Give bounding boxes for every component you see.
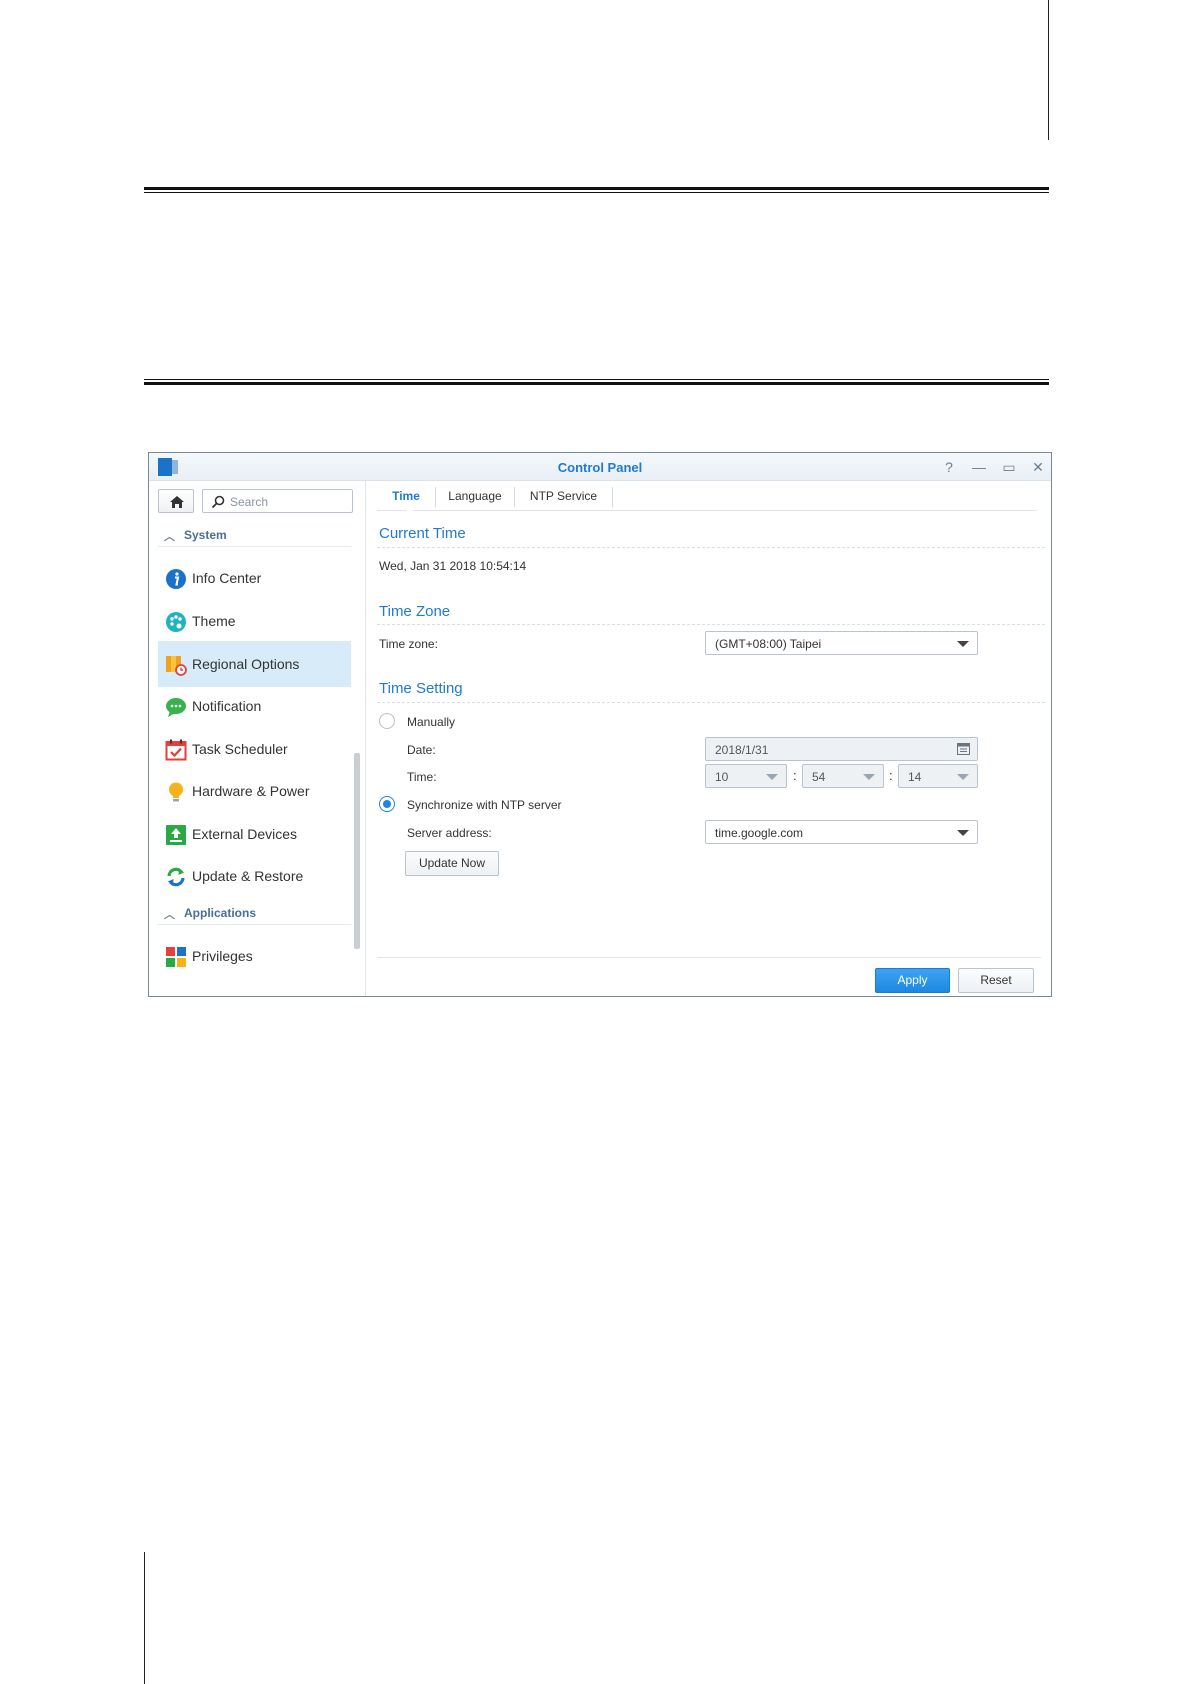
regional-icon bbox=[166, 656, 187, 676]
time-label: Time: bbox=[407, 770, 437, 784]
tab-language[interactable]: Language bbox=[436, 481, 514, 511]
section-header-system[interactable]: ︿ System bbox=[158, 525, 351, 547]
header-rule-thin-bottom bbox=[144, 379, 1049, 380]
sidebar-item-update-restore[interactable]: Update & Restore bbox=[158, 853, 351, 899]
sidebar-item-label: Info Center bbox=[192, 570, 262, 586]
date-label: Date: bbox=[407, 743, 436, 757]
sidebar-item-privileges[interactable]: Privileges bbox=[158, 933, 351, 979]
chevron-up-icon: ︿ bbox=[164, 909, 175, 921]
palette-icon bbox=[166, 612, 186, 632]
time-zone-label: Time zone: bbox=[379, 637, 438, 651]
sidebar-item-label: Update & Restore bbox=[192, 868, 304, 884]
active-tab-pointer bbox=[405, 507, 415, 512]
second-select[interactable]: 14 bbox=[898, 764, 978, 788]
sidebar-item-label: Regional Options bbox=[192, 656, 300, 672]
hour-select[interactable]: 10 bbox=[705, 764, 787, 788]
info-icon bbox=[166, 569, 186, 589]
section-label: Applications bbox=[184, 906, 257, 920]
control-panel-window: Control Panel ? — ▭ ✕ ︿ System bbox=[148, 452, 1052, 997]
sidebar-item-info-center[interactable]: Info Center bbox=[158, 555, 351, 601]
section-title-time-setting: Time Setting bbox=[379, 680, 463, 697]
calendar-icon bbox=[957, 743, 970, 755]
section-divider bbox=[377, 702, 1045, 703]
main-panel: Time Language NTP Service Current Time W… bbox=[367, 481, 1051, 996]
home-icon bbox=[170, 496, 184, 508]
refresh-icon bbox=[167, 867, 185, 887]
sidebar-item-theme[interactable]: Theme bbox=[158, 598, 351, 644]
title-bar[interactable]: Control Panel ? — ▭ ✕ bbox=[149, 453, 1051, 481]
time-zone-select[interactable]: (GMT+08:00) Taipei bbox=[705, 631, 978, 655]
search-input[interactable] bbox=[230, 493, 348, 510]
manually-label: Manually bbox=[407, 715, 456, 729]
section-title-current-time: Current Time bbox=[379, 525, 466, 542]
section-title-time-zone: Time Zone bbox=[379, 603, 451, 620]
dropdown-arrow-icon bbox=[957, 641, 969, 647]
upload-icon bbox=[166, 825, 186, 845]
dropdown-arrow-icon bbox=[863, 774, 875, 780]
page-margin-line-bottom bbox=[144, 1552, 145, 1684]
page-margin-line-top bbox=[1048, 0, 1049, 140]
close-icon[interactable]: ✕ bbox=[1027, 457, 1049, 477]
search-field[interactable] bbox=[202, 489, 353, 513]
privileges-icon bbox=[166, 947, 186, 967]
sidebar-item-task-scheduler[interactable]: Task Scheduler bbox=[158, 726, 351, 772]
header-rule-thick-top bbox=[144, 187, 1049, 190]
sidebar-item-label: Task Scheduler bbox=[192, 741, 288, 757]
section-divider bbox=[377, 624, 1045, 625]
sync-ntp-radio[interactable] bbox=[379, 796, 395, 812]
section-label: System bbox=[184, 528, 227, 542]
section-divider bbox=[377, 547, 1045, 548]
search-icon bbox=[211, 495, 225, 509]
sidebar-item-label: Privileges bbox=[192, 948, 253, 964]
calendar-check-icon bbox=[165, 739, 187, 761]
dropdown-arrow-icon bbox=[766, 774, 778, 780]
server-address-label: Server address: bbox=[407, 826, 492, 840]
dropdown-arrow-icon bbox=[957, 830, 969, 836]
minimize-icon[interactable]: — bbox=[968, 457, 990, 477]
header-rule-thin-top bbox=[144, 192, 1049, 193]
server-address-value: time.google.com bbox=[715, 826, 804, 840]
server-address-select[interactable]: time.google.com bbox=[705, 820, 978, 844]
maximize-icon[interactable]: ▭ bbox=[998, 457, 1020, 477]
bulb-icon bbox=[169, 782, 183, 802]
minute-select[interactable]: 54 bbox=[802, 764, 884, 788]
update-now-button[interactable]: Update Now bbox=[405, 851, 499, 876]
hour-value: 10 bbox=[715, 770, 729, 784]
date-value: 2018/1/31 bbox=[715, 743, 769, 757]
dropdown-arrow-icon bbox=[957, 774, 969, 780]
date-field[interactable]: 2018/1/31 bbox=[705, 737, 978, 761]
sidebar-item-notification[interactable]: Notification bbox=[158, 683, 351, 729]
reset-button[interactable]: Reset bbox=[958, 968, 1034, 993]
apply-button[interactable]: Apply bbox=[875, 968, 950, 993]
tab-divider bbox=[612, 487, 613, 507]
window-title: Control Panel bbox=[557, 460, 643, 475]
sidebar-scrollbar[interactable] bbox=[354, 753, 360, 949]
help-icon[interactable]: ? bbox=[938, 457, 960, 477]
second-value: 14 bbox=[908, 770, 922, 784]
home-button[interactable] bbox=[158, 489, 194, 513]
sidebar-item-label: Notification bbox=[192, 698, 262, 714]
sidebar-item-hardware-power[interactable]: Hardware & Power bbox=[158, 768, 351, 814]
sidebar: ︿ System Info Center Theme bbox=[149, 481, 366, 996]
section-header-applications[interactable]: ︿ Applications bbox=[158, 903, 351, 925]
sidebar-item-external-devices[interactable]: External Devices bbox=[158, 811, 351, 857]
sidebar-item-label: Hardware & Power bbox=[192, 783, 310, 799]
sidebar-item-label: Theme bbox=[192, 613, 236, 629]
current-time-value: Wed, Jan 31 2018 10:54:14 bbox=[379, 559, 527, 573]
tab-ntp-service[interactable]: NTP Service bbox=[515, 481, 612, 511]
minute-value: 54 bbox=[812, 770, 826, 784]
chat-bubble-icon bbox=[166, 698, 186, 717]
sidebar-item-regional-options[interactable]: Regional Options bbox=[158, 641, 351, 687]
tab-bar: Time Language NTP Service bbox=[377, 481, 1037, 512]
time-colon: : bbox=[889, 768, 893, 783]
sidebar-item-label: External Devices bbox=[192, 826, 298, 842]
sync-ntp-label: Synchronize with NTP server bbox=[407, 798, 562, 812]
time-zone-value: (GMT+08:00) Taipei bbox=[715, 637, 822, 651]
chevron-up-icon: ︿ bbox=[164, 531, 175, 543]
time-colon: : bbox=[793, 768, 797, 783]
footer-divider bbox=[377, 957, 1041, 958]
header-rule-thick-bottom bbox=[144, 382, 1049, 385]
manually-radio[interactable] bbox=[379, 713, 395, 729]
